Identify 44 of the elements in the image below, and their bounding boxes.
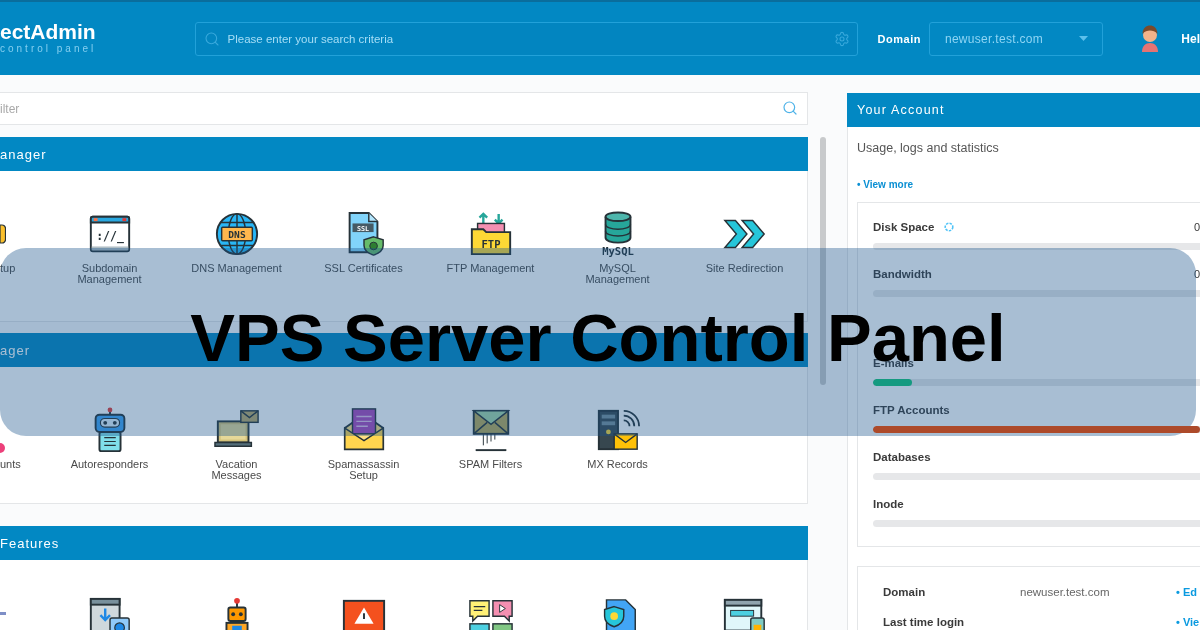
scrollbar[interactable]: [820, 137, 826, 385]
detail-link[interactable]: • Ed: [1176, 585, 1197, 599]
domain-label: Domain: [877, 32, 921, 45]
usage-label: Disk Space: [873, 221, 935, 233]
tile-label[interactable]: SSL Certificates: [324, 263, 403, 274]
search-icon: [203, 30, 220, 47]
usage-label: FTP Accounts: [873, 404, 950, 416]
tile-label[interactable]: SPAM Filters: [458, 459, 523, 470]
usage-label: Bandwidth: [873, 268, 932, 280]
tile-label[interactable]: Vacation Messages: [190, 459, 283, 481]
tile-label[interactable]: tup: [0, 263, 16, 274]
detail-link[interactable]: • Vie: [1176, 615, 1200, 629]
tile-label[interactable]: Spamassassin Setup: [317, 459, 410, 481]
section-header: anager: [0, 137, 808, 171]
detail-label: Last time login: [883, 615, 965, 629]
tile-label[interactable]: Site Redirection: [705, 263, 784, 274]
chat-bubbles-icon[interactable]: [467, 597, 514, 630]
tile-label[interactable]: FTP Management: [446, 263, 535, 274]
partial-icon[interactable]: [0, 224, 6, 244]
tile-label[interactable]: DNS Management: [191, 263, 282, 274]
usage-label: Databases: [873, 451, 931, 463]
tile-label[interactable]: MySQL Management: [571, 263, 664, 285]
filter-field[interactable]: ilter: [0, 92, 808, 125]
tile-label[interactable]: Autoresponders: [70, 459, 149, 470]
browser-lock-icon[interactable]: [721, 597, 768, 630]
logo-tagline: control panel: [0, 43, 98, 55]
tile-label[interactable]: unts: [0, 459, 21, 470]
usage-label: Inode: [873, 498, 904, 510]
globe-icon[interactable]: DNS: [213, 211, 260, 257]
warning-screen-icon[interactable]: [340, 597, 387, 630]
section-header: Features: [0, 526, 808, 560]
tile-label[interactable]: Subdomain Management: [63, 263, 156, 285]
usage-value: 0: [1193, 221, 1200, 233]
panel-header: Your Account: [847, 93, 1200, 127]
search-field[interactable]: Please enter your search criteria: [194, 21, 858, 56]
detail-value: newuser.test.com: [1020, 585, 1110, 599]
view-more-link[interactable]: • View more: [857, 179, 914, 191]
usage-value: 0: [1193, 268, 1200, 280]
detail-label: Domain: [883, 585, 926, 599]
panel-subtitle: Usage, logs and statistics: [857, 141, 999, 155]
caret-icon: [1079, 36, 1089, 41]
logo-name: ectAdmin: [0, 20, 97, 43]
greeting: Hel: [1181, 31, 1200, 46]
tile-label[interactable]: MX Records: [587, 459, 648, 470]
